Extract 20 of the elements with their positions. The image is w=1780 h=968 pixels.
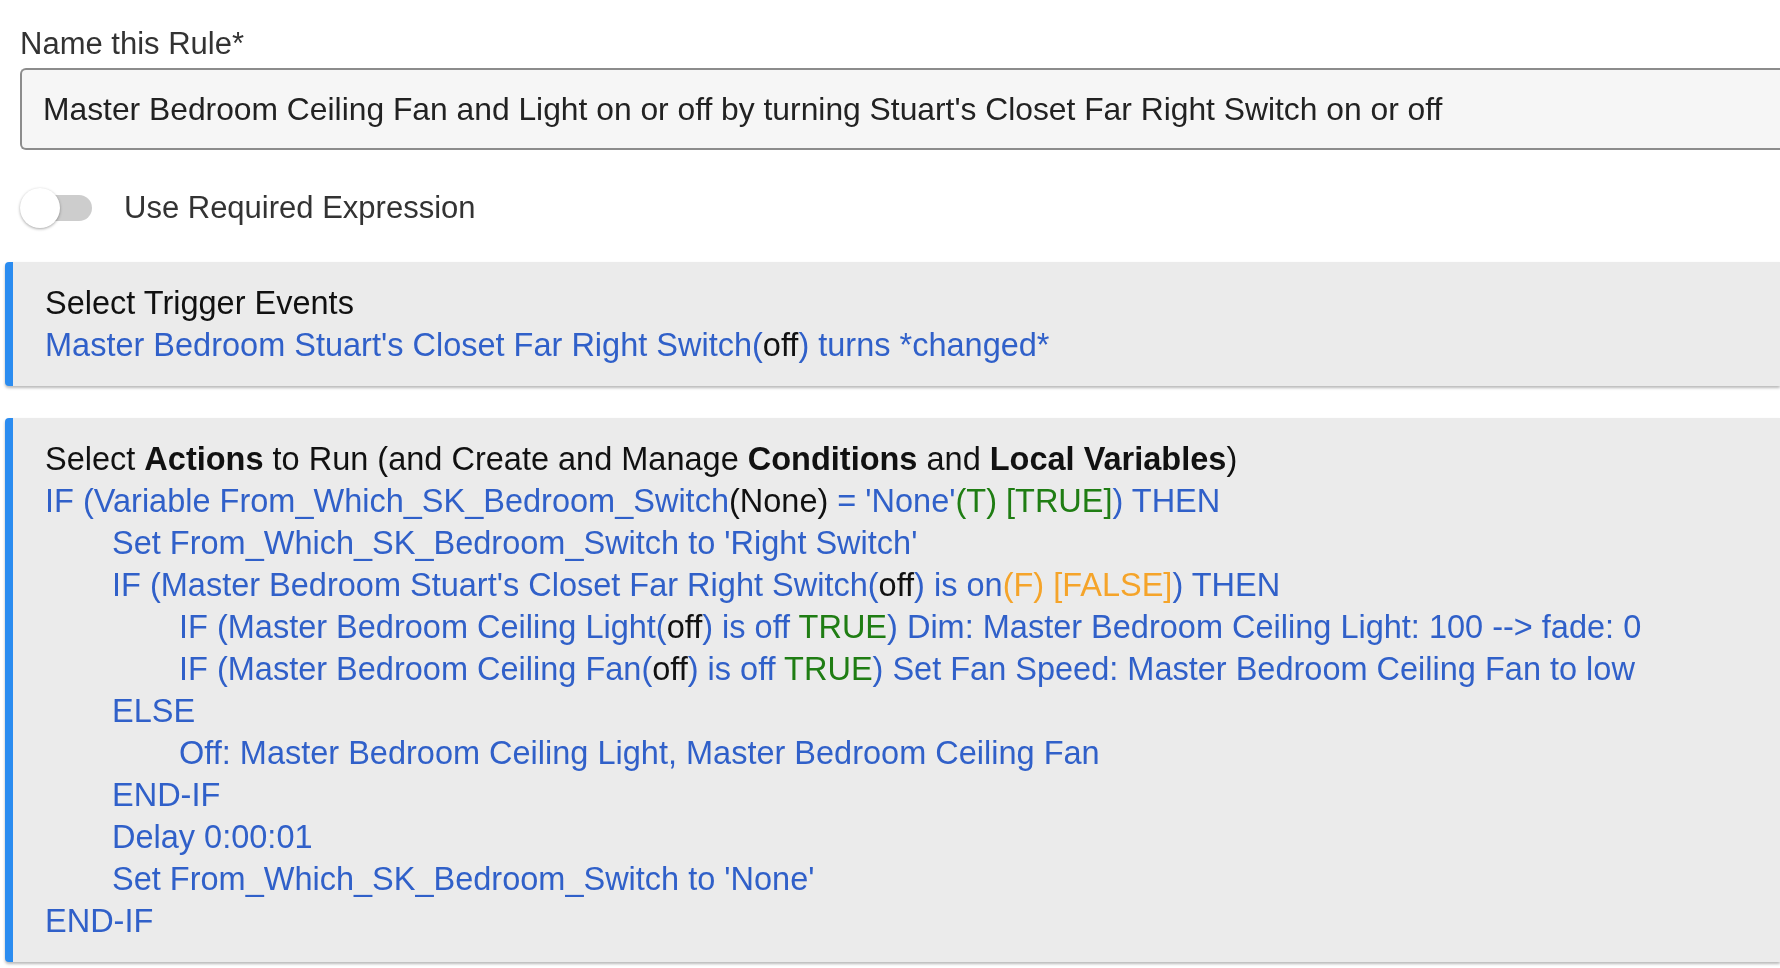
action-line: ELSE [112,693,196,729]
actions-panel[interactable] [5,418,1780,962]
action-line: Delay 0:00:01 [112,819,313,855]
rule-name-field[interactable]: Master Bedroom Ceiling Fan and Light on or off by turning Stuart's Closet Far Right Switch on or off [20,68,1780,150]
action-line: Off: Master Bedroom Ceiling Light, Master Bedroom Ceiling Fan [179,735,1100,771]
field-label: Name this Rule* [20,26,244,62]
action-line: IF (Master Bedroom Ceiling Fan(off) is off TRUE) Set Fan Speed: Master Bedroom Ceiling Fan to low [179,651,1635,687]
trigger-event-line: Master Bedroom Stuart's Closet Far Right Switch(off) turns *changed* [45,327,1050,363]
action-line: END-IF [45,903,154,939]
action-line: END-IF [112,777,221,813]
toggle-label: Use Required Expression [124,190,476,226]
action-line: IF (Master Bedroom Stuart's Closet Far Right Switch(off) is on(F) [FALSE]) THEN [112,567,1281,603]
action-line: Set From_Which_SK_Bedroom_Switch to 'None' [112,861,815,897]
action-line: IF (Variable From_Which_SK_Bedroom_Switch(None) = 'None'(T) [TRUE]) THEN [45,483,1221,519]
section-title: Select Actions to Run (and Create and Manage Conditions and Local Variables) [45,440,1238,479]
action-line: IF (Master Bedroom Ceiling Light(off) is off TRUE) Dim: Master Bedroom Ceiling Light: 100 --> fade: 0 [179,609,1642,645]
trigger-events-panel[interactable]: Select Trigger Events Master Bedroom Stuart's Closet Far Right Switch(off) turns *changed* [5,262,1780,386]
toggle-switch[interactable] [20,187,92,229]
section-title: Select Trigger Events [45,284,354,323]
action-line: Set From_Which_SK_Bedroom_Switch to 'Right Switch' [112,525,918,561]
